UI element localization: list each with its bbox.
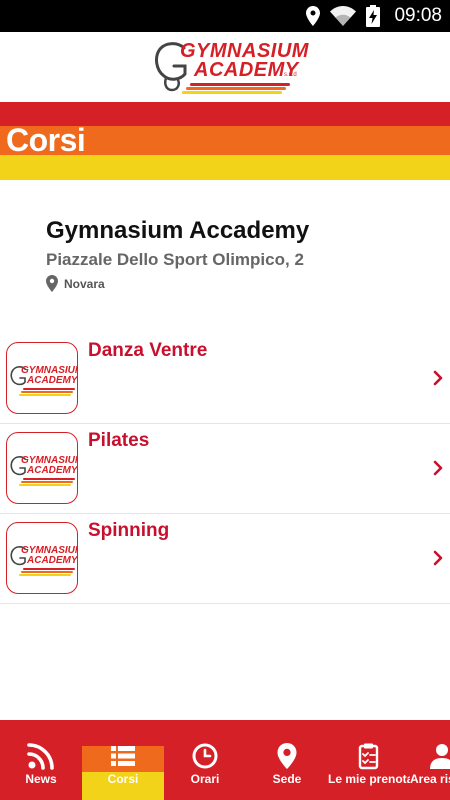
thumb-stripe-red bbox=[23, 478, 75, 480]
thumb-stripe-red bbox=[23, 388, 75, 390]
logo-stripe-orange bbox=[186, 87, 286, 90]
rss-icon bbox=[27, 743, 54, 770]
clipboard-icon bbox=[358, 743, 379, 770]
thumb-stripe-red bbox=[23, 568, 75, 570]
logo-stripe-red bbox=[190, 83, 290, 86]
course-item-spinning[interactable]: GYMNASIUM ACADEMY Spinning bbox=[0, 514, 450, 604]
club-address: Piazzale Dello Sport Olimpico, 2 bbox=[46, 250, 304, 269]
status-bar: 09:08 bbox=[0, 0, 450, 32]
thumb-stripe-yellow bbox=[19, 484, 71, 486]
club-city: Novara bbox=[46, 275, 426, 292]
nav-label: Area riservata bbox=[410, 772, 450, 786]
thumb-stripe-orange bbox=[21, 481, 73, 483]
club-city-label: Novara bbox=[64, 276, 105, 291]
list-icon bbox=[111, 746, 135, 766]
thumb-stripe-orange bbox=[21, 391, 73, 393]
course-name: Danza Ventre bbox=[88, 340, 208, 361]
nav-item-corsi[interactable]: Corsi bbox=[82, 720, 164, 800]
status-time: 09:08 bbox=[394, 5, 442, 26]
gymnasium-academy-logo: GYMNASIUM ACADEMY s.s.d bbox=[150, 36, 308, 98]
map-pin-icon bbox=[46, 275, 58, 292]
nav-label: Sede bbox=[272, 772, 302, 786]
course-list: GYMNASIUM ACADEMY Danza Ventre GYMNASIUM… bbox=[0, 334, 450, 604]
battery-charging-icon bbox=[366, 5, 381, 27]
status-icons: 09:08 bbox=[306, 0, 442, 32]
bottom-navigation: News Corsi Orari Sede Le mie prenot Area… bbox=[0, 720, 450, 800]
thumb-stripe-yellow bbox=[19, 574, 71, 576]
logo-suffix: s.s.d bbox=[284, 72, 297, 78]
thumb-stripe-yellow bbox=[19, 394, 71, 396]
nav-label: News bbox=[25, 772, 57, 786]
chevron-right-icon bbox=[433, 370, 443, 386]
course-name: Spinning bbox=[88, 520, 170, 541]
nav-label: Orari bbox=[190, 772, 220, 786]
logo-stripe-yellow bbox=[182, 91, 282, 94]
nav-label: Corsi bbox=[107, 772, 139, 786]
course-name: Pilates bbox=[88, 430, 150, 451]
club-name: Gymnasium Accademy bbox=[46, 217, 310, 244]
thumb-logo-line-2: ACADEMY bbox=[27, 555, 78, 566]
map-pin-icon bbox=[277, 743, 297, 769]
course-thumbnail: GYMNASIUM ACADEMY bbox=[6, 342, 78, 414]
nav-item-area-riservata[interactable]: Area riservata bbox=[406, 720, 450, 800]
chevron-right-icon bbox=[433, 460, 443, 476]
nav-label: Le mie prenotazioni bbox=[328, 772, 410, 786]
thumb-logo-line-2: ACADEMY bbox=[27, 375, 78, 386]
nav-item-prenotazioni[interactable]: Le mie prenotazioni bbox=[328, 720, 410, 800]
clock-icon bbox=[192, 743, 218, 769]
chevron-right-icon bbox=[433, 550, 443, 566]
location-icon bbox=[306, 6, 321, 26]
course-item-danza-ventre[interactable]: GYMNASIUM ACADEMY Danza Ventre bbox=[0, 334, 450, 424]
nav-item-sede[interactable]: Sede bbox=[246, 720, 328, 800]
course-thumbnail: GYMNASIUM ACADEMY bbox=[6, 432, 78, 504]
app-header: GYMNASIUM ACADEMY s.s.d bbox=[0, 32, 450, 102]
page-title-banner: Corsi bbox=[0, 102, 450, 180]
course-thumbnail: GYMNASIUM ACADEMY bbox=[6, 522, 78, 594]
wifi-icon bbox=[330, 6, 357, 26]
page-title: Corsi bbox=[6, 122, 86, 158]
user-icon bbox=[430, 744, 450, 769]
thumb-stripe-orange bbox=[21, 571, 73, 573]
course-item-pilates[interactable]: GYMNASIUM ACADEMY Pilates bbox=[0, 424, 450, 514]
thumb-logo-line-2: ACADEMY bbox=[27, 465, 78, 476]
club-info: Gymnasium Accademy Piazzale Dello Sport … bbox=[46, 214, 426, 292]
nav-item-news[interactable]: News bbox=[0, 720, 82, 800]
logo-line-2: ACADEMY bbox=[194, 59, 299, 81]
nav-item-orari[interactable]: Orari bbox=[164, 720, 246, 800]
